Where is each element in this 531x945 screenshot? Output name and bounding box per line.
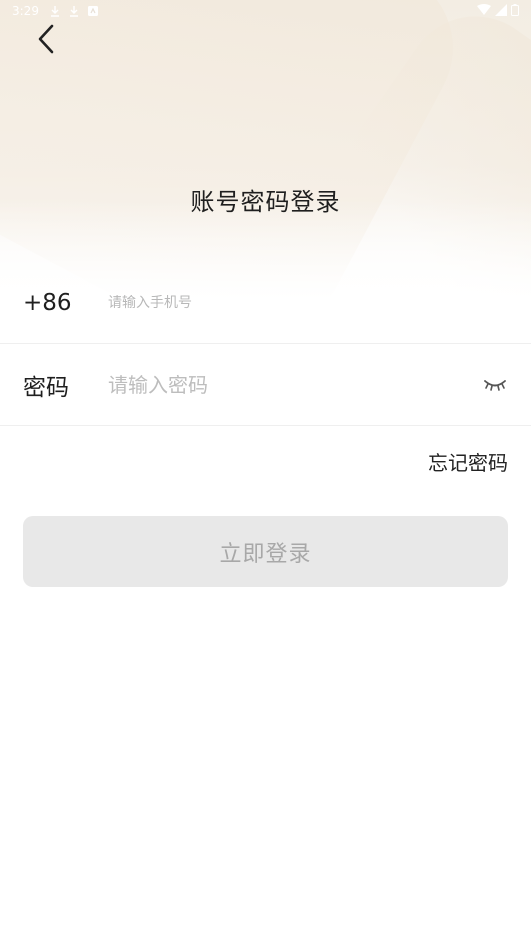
wifi-icon [477,3,491,19]
login-button[interactable]: 立即登录 [23,516,508,587]
battery-icon [511,3,519,19]
phone-row: +86 [0,262,531,344]
password-input[interactable] [108,372,482,397]
download-icon [68,5,80,17]
eye-closed-icon[interactable] [482,375,508,395]
password-label: 密码 [23,374,69,401]
password-row: 密码 [0,344,531,426]
status-bar: 3:29 [0,0,531,22]
download-icon [49,5,61,17]
status-right [477,3,519,19]
phone-input[interactable] [108,294,508,311]
forgot-password-link[interactable]: 忘记密码 [428,447,508,476]
signal-icon [495,3,507,19]
notification-icon [87,5,99,17]
page-title: 账号密码登录 [190,188,341,216]
hero-background [0,0,531,300]
status-time: 3:29 [12,4,39,18]
back-button[interactable] [30,24,62,58]
country-code[interactable]: +86 [23,290,108,316]
chevron-left-icon [37,24,55,58]
